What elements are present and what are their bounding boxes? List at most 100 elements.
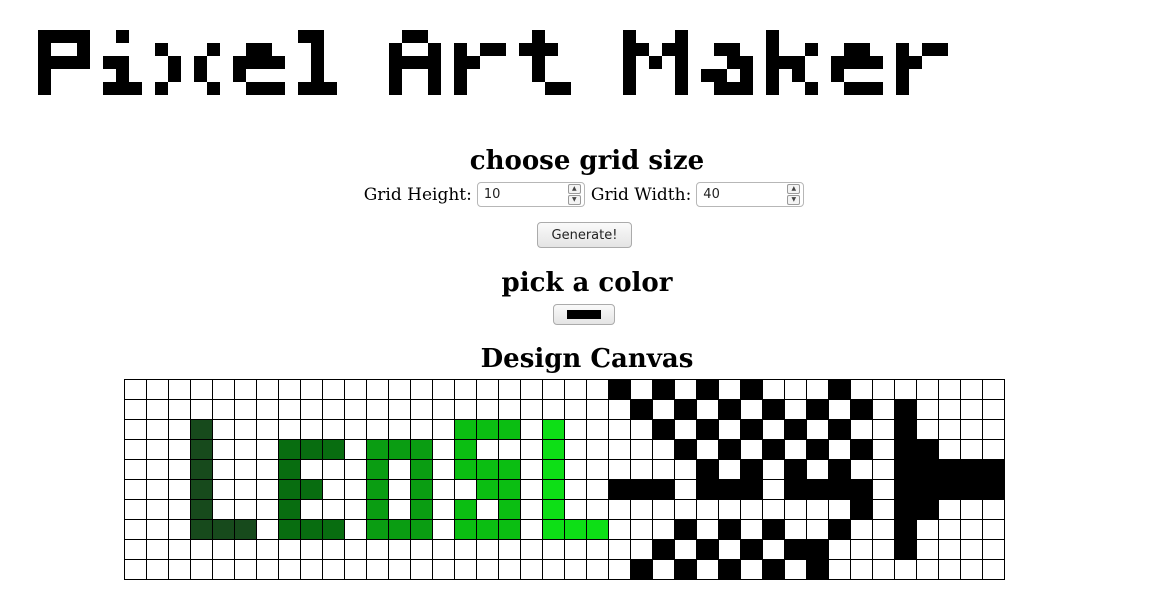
pixel-cell[interactable] [718,399,741,420]
pixel-cell[interactable] [872,459,895,480]
pixel-cell[interactable] [828,439,851,460]
pixel-cell[interactable] [256,559,279,580]
pixel-cell[interactable] [124,499,147,520]
pixel-cell[interactable] [410,499,433,520]
pixel-cell[interactable] [718,539,741,560]
pixel-cell[interactable] [498,459,521,480]
pixel-cell[interactable] [828,479,851,500]
pixel-cell[interactable] [652,499,675,520]
pixel-cell[interactable] [366,419,389,440]
pixel-cell[interactable] [982,459,1005,480]
pixel-cell[interactable] [784,439,807,460]
pixel-cell[interactable] [762,379,785,400]
pixel-cell[interactable] [762,539,785,560]
pixel-cell[interactable] [608,559,631,580]
pixel-cell[interactable] [410,419,433,440]
grid-width-field[interactable]: ▲ ▼ [696,182,805,207]
pixel-cell[interactable] [674,559,697,580]
pixel-cell[interactable] [960,559,983,580]
pixel-cell[interactable] [718,459,741,480]
pixel-cell[interactable] [124,439,147,460]
pixel-cell[interactable] [344,499,367,520]
pixel-cell[interactable] [366,439,389,460]
pixel-cell[interactable] [322,379,345,400]
pixel-cell[interactable] [542,499,565,520]
pixel-cell[interactable] [146,559,169,580]
pixel-cell[interactable] [278,499,301,520]
pixel-cell[interactable] [938,479,961,500]
grid-height-input[interactable] [477,184,562,205]
pixel-cell[interactable] [608,399,631,420]
pixel-cell[interactable] [586,479,609,500]
pixel-cell[interactable] [278,519,301,540]
pixel-cell[interactable] [674,539,697,560]
pixel-cell[interactable] [300,459,323,480]
pixel-cell[interactable] [916,499,939,520]
pixel-cell[interactable] [784,499,807,520]
pixel-cell[interactable] [344,419,367,440]
pixel-cell[interactable] [124,519,147,540]
pixel-cell[interactable] [454,439,477,460]
pixel-cell[interactable] [806,399,829,420]
pixel-cell[interactable] [652,439,675,460]
pixel-cell[interactable] [234,399,257,420]
pixel-cell[interactable] [960,459,983,480]
pixel-cell[interactable] [828,379,851,400]
pixel-cell[interactable] [828,519,851,540]
pixel-cell[interactable] [520,399,543,420]
pixel-cell[interactable] [872,559,895,580]
pixel-cell[interactable] [388,439,411,460]
pixel-cell[interactable] [124,399,147,420]
pixel-cell[interactable] [256,459,279,480]
pixel-cell[interactable] [212,439,235,460]
pixel-cell[interactable] [784,399,807,420]
pixel-cell[interactable] [916,559,939,580]
pixel-cell[interactable] [806,499,829,520]
pixel-cell[interactable] [806,379,829,400]
pixel-cell[interactable] [652,379,675,400]
pixel-cell[interactable] [388,559,411,580]
pixel-cell[interactable] [740,439,763,460]
pixel-cell[interactable] [146,419,169,440]
pixel-cell[interactable] [322,439,345,460]
pixel-cell[interactable] [784,559,807,580]
pixel-cell[interactable] [432,399,455,420]
pixel-cell[interactable] [630,439,653,460]
pixel-cell[interactable] [718,519,741,540]
pixel-cell[interactable] [586,559,609,580]
pixel-cell[interactable] [916,399,939,420]
pixel-cell[interactable] [344,519,367,540]
pixel-cell[interactable] [366,399,389,420]
pixel-cell[interactable] [454,419,477,440]
pixel-cell[interactable] [168,539,191,560]
pixel-cell[interactable] [762,459,785,480]
pixel-cell[interactable] [652,479,675,500]
pixel-cell[interactable] [894,519,917,540]
pixel-cell[interactable] [674,459,697,480]
pixel-cell[interactable] [982,439,1005,460]
pixel-cell[interactable] [344,379,367,400]
pixel-cell[interactable] [608,379,631,400]
pixel-cell[interactable] [454,399,477,420]
pixel-cell[interactable] [124,379,147,400]
pixel-cell[interactable] [696,499,719,520]
pixel-cell[interactable] [366,459,389,480]
pixel-cell[interactable] [212,479,235,500]
pixel-cell[interactable] [344,439,367,460]
pixel-cell[interactable] [190,539,213,560]
pixel-cell[interactable] [256,419,279,440]
pixel-cell[interactable] [256,499,279,520]
pixel-cell[interactable] [168,379,191,400]
pixel-cell[interactable] [454,479,477,500]
pixel-cell[interactable] [938,379,961,400]
pixel-cell[interactable] [146,399,169,420]
stepper-down-icon[interactable]: ▼ [567,195,581,205]
pixel-cell[interactable] [410,559,433,580]
pixel-cell[interactable] [938,499,961,520]
pixel-cell[interactable] [652,559,675,580]
color-picker-button[interactable] [553,304,615,325]
pixel-cell[interactable] [608,459,631,480]
pixel-cell[interactable] [674,439,697,460]
pixel-cell[interactable] [740,459,763,480]
pixel-cell[interactable] [278,539,301,560]
